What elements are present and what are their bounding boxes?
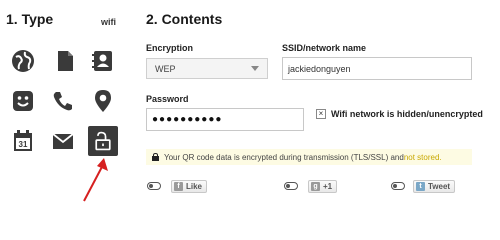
calendar-icon[interactable]: 31 bbox=[10, 128, 36, 154]
google-icon: g bbox=[311, 182, 320, 191]
hidden-network-label: Wifi network is hidden/unencrypted bbox=[331, 109, 483, 119]
hidden-network-checkbox[interactable]: × bbox=[316, 109, 326, 119]
tweet-label: Tweet bbox=[428, 182, 451, 191]
phone-icon[interactable] bbox=[50, 88, 76, 114]
type-heading: 1. Type bbox=[6, 11, 54, 27]
encryption-label: Encryption bbox=[146, 43, 194, 53]
tweet-toggle[interactable] bbox=[391, 182, 405, 190]
facebook-like-button[interactable]: f Like bbox=[171, 180, 208, 193]
ssid-label: SSID/network name bbox=[282, 43, 367, 53]
like-label: Like bbox=[186, 182, 203, 191]
contact-card-icon[interactable] bbox=[90, 48, 116, 74]
ssid-value: jackiedonguyen bbox=[288, 63, 351, 74]
encryption-select[interactable]: WEP bbox=[146, 58, 268, 79]
map-pin-icon[interactable] bbox=[90, 88, 116, 114]
chevron-down-icon bbox=[251, 66, 259, 71]
ssid-input[interactable]: jackiedonguyen bbox=[282, 57, 472, 80]
document-icon[interactable] bbox=[52, 48, 78, 74]
twitter-icon: t bbox=[416, 182, 425, 191]
unlock-icon[interactable] bbox=[88, 126, 118, 156]
lock-icon bbox=[152, 153, 159, 161]
smiley-icon[interactable] bbox=[10, 88, 36, 114]
notice-text: Your QR code data is encrypted during tr… bbox=[164, 152, 404, 162]
selection-arrow bbox=[83, 158, 108, 202]
wifi-tag: wifi bbox=[101, 17, 116, 27]
globe-icon[interactable] bbox=[10, 48, 36, 74]
encryption-value: WEP bbox=[155, 63, 176, 74]
notice-highlight: not stored. bbox=[403, 152, 442, 162]
contents-heading: 2. Contents bbox=[146, 11, 223, 27]
tweet-button[interactable]: t Tweet bbox=[413, 180, 456, 193]
password-value: ●●●●●●●●●● bbox=[152, 114, 223, 125]
like-toggle[interactable] bbox=[147, 182, 161, 190]
envelope-icon[interactable] bbox=[50, 128, 76, 154]
google-plus-button[interactable]: g +1 bbox=[308, 180, 338, 193]
password-label: Password bbox=[146, 94, 189, 104]
facebook-icon: f bbox=[174, 182, 183, 191]
plus-toggle[interactable] bbox=[284, 182, 298, 190]
encryption-notice: Your QR code data is encrypted during tr… bbox=[146, 149, 472, 165]
password-input[interactable]: ●●●●●●●●●● bbox=[146, 108, 304, 131]
plus-label: +1 bbox=[323, 182, 333, 191]
calendar-day: 31 bbox=[19, 140, 28, 149]
